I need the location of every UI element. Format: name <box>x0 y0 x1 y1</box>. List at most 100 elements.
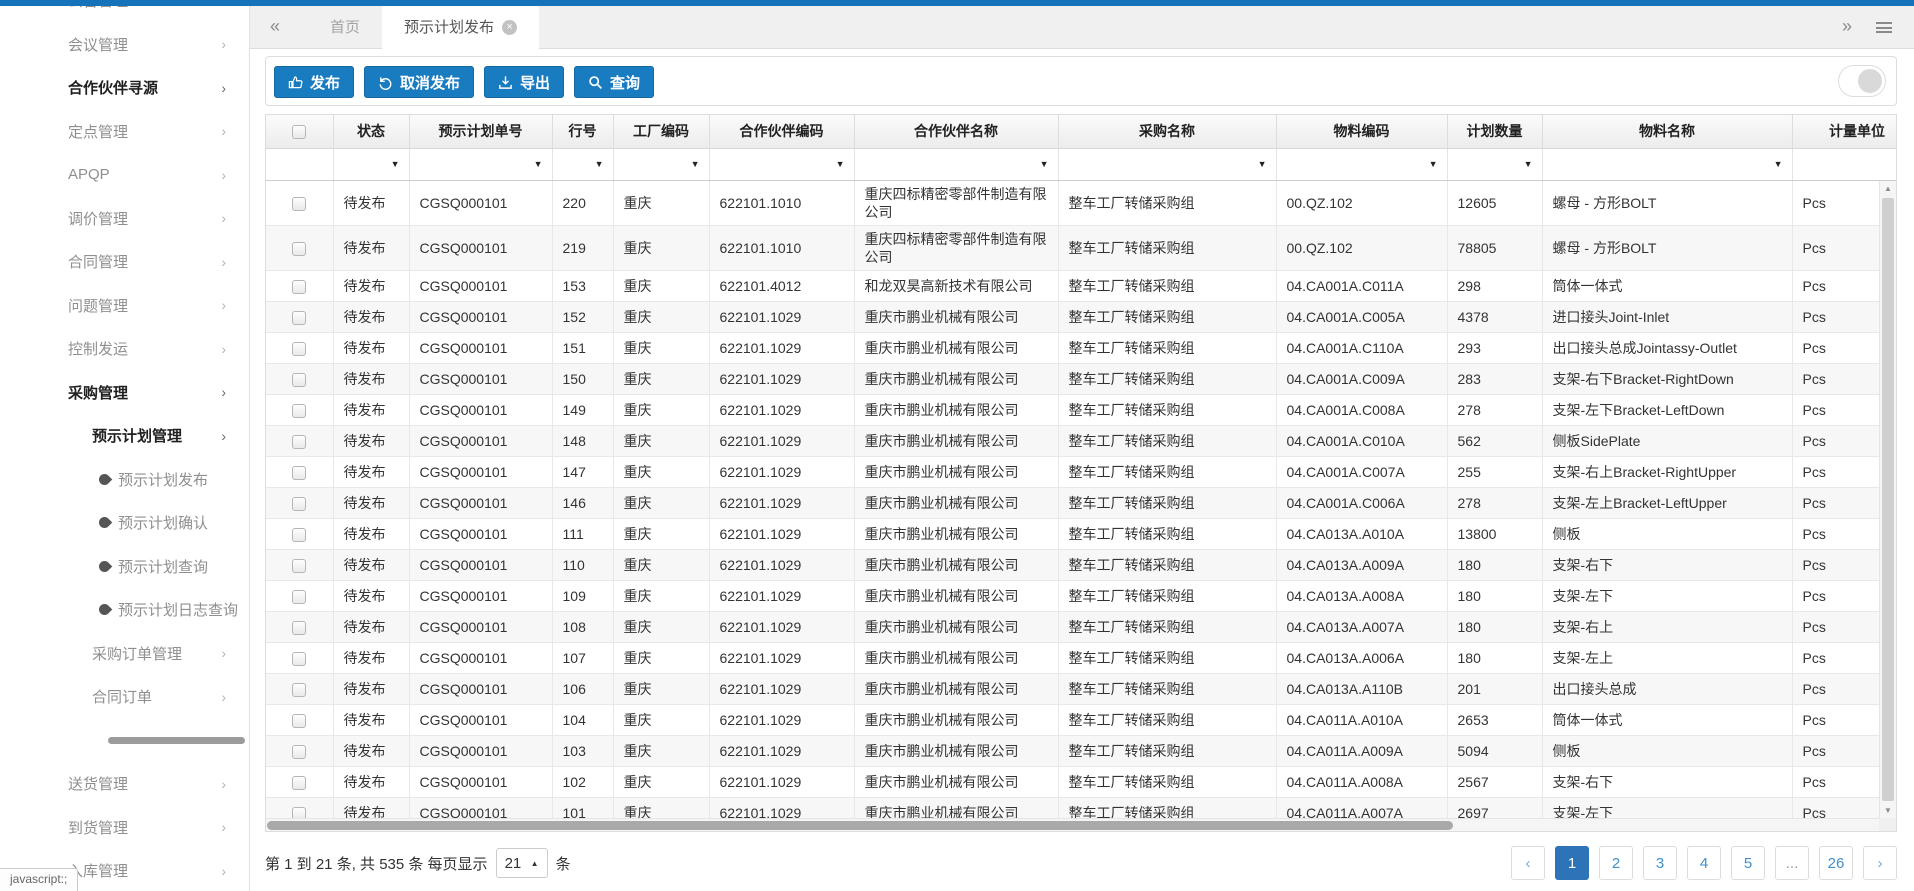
table-row[interactable]: 待发布 CGSQ000101 146 重庆 622101.1029 重庆市鹏业机械有限公司… <box>266 487 1896 520</box>
table-row[interactable]: 待发布 CGSQ000101 111 重庆 622101.1029 重庆市鹏业机械有限公司… <box>266 518 1896 551</box>
sidebar-item-会议管理[interactable]: 会议管理 › <box>0 23 249 67</box>
row-checkbox[interactable] <box>292 745 307 760</box>
tab-menu-list-icon[interactable] <box>1876 22 1892 33</box>
table-row[interactable]: 待发布 CGSQ000101 109 重庆 622101.1029 重庆市鹏业机械有限公司… <box>266 580 1896 613</box>
sidebar-item-定点管理[interactable]: 定点管理 › <box>0 110 249 154</box>
tab-首页[interactable]: 首页 <box>308 6 382 49</box>
scroll-down-icon[interactable]: ▼ <box>1880 803 1896 818</box>
column-header-物料编码[interactable]: 物料编码 <box>1276 115 1448 149</box>
filter-dropdown-icon[interactable]: ▼ <box>595 159 604 169</box>
sidebar-item-采购管理[interactable]: 采购管理 › <box>0 371 249 415</box>
button-取消发布[interactable]: 取消发布 <box>364 66 475 98</box>
filter-dropdown-icon[interactable]: ▼ <box>1258 159 1267 169</box>
panel-toggle[interactable] <box>1838 65 1886 97</box>
column-header-计量单位[interactable]: 计量单位 <box>1792 115 1896 149</box>
sidebar-item-预示计划日志查询[interactable]: 预示计划日志查询 <box>0 588 249 632</box>
row-checkbox[interactable] <box>292 342 307 357</box>
table-row[interactable]: 待发布 CGSQ000101 151 重庆 622101.1029 重庆市鹏业机械有限公司… <box>266 332 1896 365</box>
row-checkbox[interactable] <box>292 373 307 388</box>
table-row[interactable]: 待发布 CGSQ000101 150 重庆 622101.1029 重庆市鹏业机械有限公司… <box>266 363 1896 396</box>
row-checkbox[interactable] <box>292 466 307 481</box>
column-header-计划数量[interactable]: 计划数量 <box>1447 115 1543 149</box>
sidebar-item-调价管理[interactable]: 调价管理 › <box>0 197 249 241</box>
row-checkbox[interactable] <box>292 280 307 295</box>
table-row[interactable]: 待发布 CGSQ000101 152 重庆 622101.1029 重庆市鹏业机械有限公司… <box>266 301 1896 334</box>
filter-dropdown-icon[interactable]: ▼ <box>534 159 543 169</box>
expand-tabs-icon[interactable]: » <box>1842 6 1852 47</box>
page-size-select[interactable]: 21 ▲ <box>495 848 548 878</box>
column-header-状态[interactable]: 状态 <box>333 115 410 149</box>
column-header-物料名称[interactable]: 物料名称 <box>1542 115 1793 149</box>
column-header-工厂编码[interactable]: 工厂编码 <box>613 115 710 149</box>
sidebar-hscroll-thumb[interactable] <box>108 736 245 744</box>
sidebar-item-预示计划确认[interactable]: 预示计划确认 <box>0 501 249 545</box>
column-header-合作伙伴编码[interactable]: 合作伙伴编码 <box>709 115 855 149</box>
filter-dropdown-icon[interactable]: ▼ <box>1429 159 1438 169</box>
column-header-采购名称[interactable]: 采购名称 <box>1058 115 1277 149</box>
row-checkbox[interactable] <box>292 196 307 211</box>
table-row[interactable]: 待发布 CGSQ000101 103 重庆 622101.1029 重庆市鹏业机械有限公司… <box>266 735 1896 768</box>
row-checkbox[interactable] <box>292 242 307 257</box>
row-checkbox[interactable] <box>292 714 307 729</box>
row-checkbox[interactable] <box>292 621 307 636</box>
sidebar-item-公告管理[interactable]: 公告管理 › <box>0 6 249 23</box>
sidebar-item-问题管理[interactable]: 问题管理 › <box>0 284 249 328</box>
button-查询[interactable]: 查询 <box>574 66 655 98</box>
next-page-button[interactable]: › <box>1863 846 1897 880</box>
button-发布[interactable]: 发布 <box>274 66 355 98</box>
table-row[interactable]: 待发布 CGSQ000101 148 重庆 622101.1029 重庆市鹏业机械有限公司… <box>266 425 1896 458</box>
row-checkbox[interactable] <box>292 559 307 574</box>
horizontal-scroll-thumb[interactable] <box>267 821 1453 830</box>
row-checkbox[interactable] <box>292 311 307 326</box>
row-checkbox[interactable] <box>292 776 307 791</box>
table-row[interactable]: 待发布 CGSQ000101 220 重庆 622101.1010 重庆四标精密零部件制造… <box>266 180 1896 226</box>
filter-dropdown-icon[interactable]: ▼ <box>1524 159 1533 169</box>
filter-dropdown-icon[interactable]: ▼ <box>1774 159 1783 169</box>
horizontal-scrollbar[interactable] <box>266 818 1879 831</box>
table-row[interactable]: 待发布 CGSQ000101 107 重庆 622101.1029 重庆市鹏业机械有限公司… <box>266 642 1896 675</box>
page-button-2[interactable]: 2 <box>1599 846 1633 880</box>
sidebar-item-控制发运[interactable]: 控制发运 › <box>0 327 249 371</box>
row-checkbox[interactable] <box>292 683 307 698</box>
prev-page-button[interactable]: ‹ <box>1511 846 1545 880</box>
sidebar-item-预示计划发布[interactable]: 预示计划发布 <box>0 458 249 502</box>
vertical-scrollbar[interactable]: ▲ ▼ <box>1879 181 1896 818</box>
table-row[interactable]: 待发布 CGSQ000101 104 重庆 622101.1029 重庆市鹏业机械有限公司… <box>266 704 1896 737</box>
sidebar-item-送货管理[interactable]: 送货管理 › <box>0 762 249 806</box>
sidebar-item-合同管理[interactable]: 合同管理 › <box>0 240 249 284</box>
collapse-sidebar-icon[interactable]: « <box>270 6 280 47</box>
table-row[interactable]: 待发布 CGSQ000101 102 重庆 622101.1029 重庆市鹏业机械有限公司… <box>266 766 1896 799</box>
table-row[interactable]: 待发布 CGSQ000101 147 重庆 622101.1029 重庆市鹏业机械有限公司… <box>266 456 1896 489</box>
row-checkbox[interactable] <box>292 652 307 667</box>
table-row[interactable]: 待发布 CGSQ000101 219 重庆 622101.1010 重庆四标精密零部件制造… <box>266 225 1896 272</box>
column-header-行号[interactable]: 行号 <box>552 115 614 149</box>
sidebar-item-预示计划管理[interactable]: 预示计划管理 › <box>0 414 249 458</box>
column-header-合作伙伴名称[interactable]: 合作伙伴名称 <box>854 115 1059 149</box>
table-row[interactable]: 待发布 CGSQ000101 106 重庆 622101.1029 重庆市鹏业机械有限公司… <box>266 673 1896 706</box>
row-checkbox[interactable] <box>292 435 307 450</box>
sidebar-item-到货管理[interactable]: 到货管理 › <box>0 806 249 850</box>
row-checkbox[interactable] <box>292 497 307 512</box>
row-checkbox[interactable] <box>292 590 307 605</box>
table-row[interactable]: 待发布 CGSQ000101 108 重庆 622101.1029 重庆市鹏业机械有限公司… <box>266 611 1896 644</box>
table-row[interactable]: 待发布 CGSQ000101 110 重庆 622101.1029 重庆市鹏业机械有限公司… <box>266 549 1896 582</box>
filter-dropdown-icon[interactable]: ▼ <box>1040 159 1049 169</box>
sidebar-item-合同订单[interactable]: 合同订单 › <box>0 675 249 719</box>
scroll-up-icon[interactable]: ▲ <box>1880 181 1896 196</box>
sidebar-item-APQP[interactable]: APQP › <box>0 153 249 197</box>
select-all-checkbox[interactable] <box>292 125 307 140</box>
table-row[interactable]: 待发布 CGSQ000101 149 重庆 622101.1029 重庆市鹏业机械有限公司… <box>266 394 1896 427</box>
row-checkbox[interactable] <box>292 528 307 543</box>
filter-dropdown-icon[interactable]: ▼ <box>836 159 845 169</box>
page-button-4[interactable]: 4 <box>1687 846 1721 880</box>
page-button-3[interactable]: 3 <box>1643 846 1677 880</box>
tab-close-icon[interactable]: × <box>502 20 518 35</box>
sidebar-item-合作伙伴寻源[interactable]: 合作伙伴寻源 › <box>0 66 249 110</box>
column-header-预示计划单号[interactable]: 预示计划单号 <box>409 115 553 149</box>
sidebar-item-采购订单管理[interactable]: 采购订单管理 › <box>0 632 249 676</box>
tab-预示计划发布[interactable]: 预示计划发布 × <box>382 6 540 49</box>
vertical-scroll-thumb[interactable] <box>1882 198 1894 801</box>
filter-dropdown-icon[interactable]: ▼ <box>391 159 400 169</box>
page-button-26[interactable]: 26 <box>1819 846 1853 880</box>
sidebar-item-预示计划查询[interactable]: 预示计划查询 <box>0 545 249 589</box>
